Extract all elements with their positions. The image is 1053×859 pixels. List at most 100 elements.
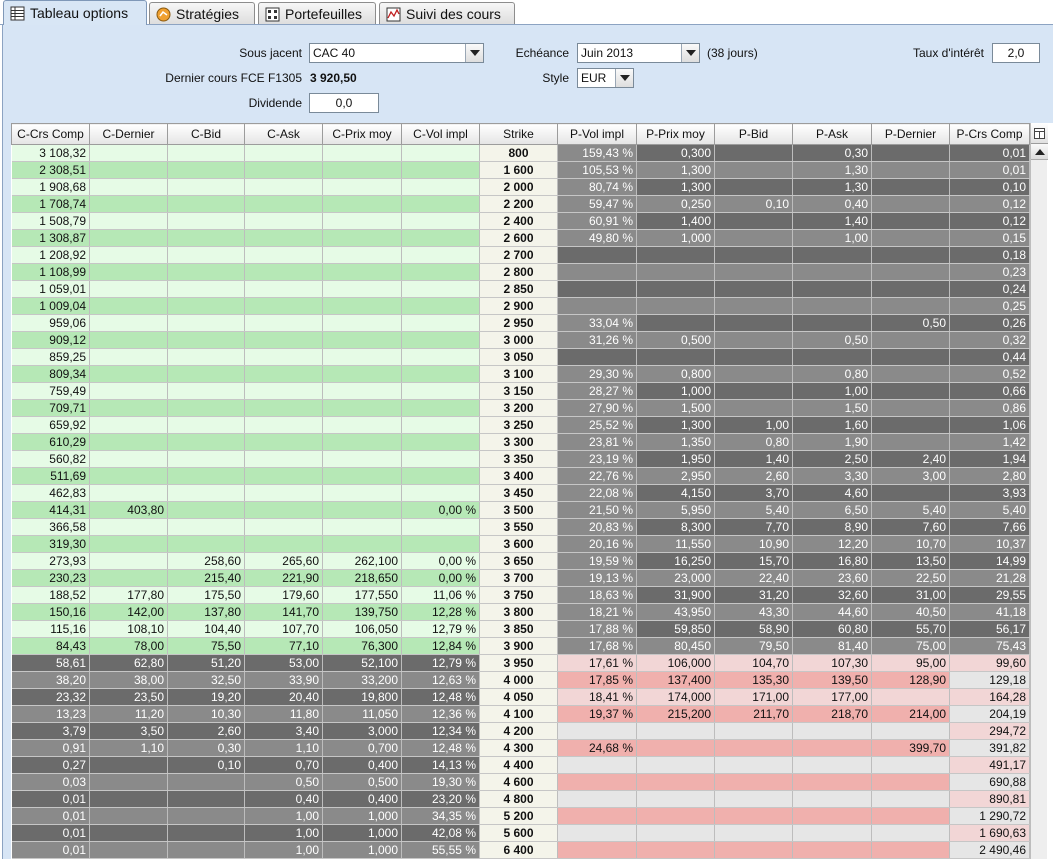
put-cell[interactable]: [715, 723, 793, 740]
put-cell[interactable]: [558, 842, 637, 859]
put-cell[interactable]: [793, 740, 872, 757]
put-cell[interactable]: [637, 842, 715, 859]
put-cell[interactable]: 159,43 %: [558, 145, 637, 162]
call-cell[interactable]: [402, 315, 480, 332]
put-cell[interactable]: 75,00: [872, 638, 950, 655]
call-cell[interactable]: 177,80: [90, 587, 168, 604]
call-cell[interactable]: [323, 349, 402, 366]
table-row[interactable]: 0,911,100,301,100,70012,48 %4 30024,68 %…: [12, 740, 1030, 757]
call-cell[interactable]: 0,400: [323, 757, 402, 774]
call-cell[interactable]: [323, 162, 402, 179]
call-cell[interactable]: [90, 400, 168, 417]
call-cell[interactable]: 414,31: [12, 502, 90, 519]
call-cell[interactable]: [168, 366, 245, 383]
call-cell[interactable]: [402, 298, 480, 315]
column-header[interactable]: C-Dernier: [90, 124, 168, 145]
put-cell[interactable]: 31,900: [637, 587, 715, 604]
scroll-up-icon[interactable]: [1031, 144, 1048, 160]
put-cell[interactable]: 24,68 %: [558, 740, 637, 757]
put-cell[interactable]: 0,30: [793, 145, 872, 162]
call-cell[interactable]: 34,35 %: [402, 808, 480, 825]
call-cell[interactable]: 1,000: [323, 808, 402, 825]
put-cell[interactable]: 0,500: [637, 332, 715, 349]
table-row[interactable]: 58,6162,8051,2053,0052,10012,79 %3 95017…: [12, 655, 1030, 672]
call-cell[interactable]: [168, 179, 245, 196]
call-cell[interactable]: 139,750: [323, 604, 402, 621]
column-header[interactable]: C-Crs Comp: [12, 124, 90, 145]
table-row[interactable]: 462,833 45022,08 %4,1503,704,603,93: [12, 485, 1030, 502]
call-cell[interactable]: [245, 145, 323, 162]
call-cell[interactable]: [323, 536, 402, 553]
call-cell[interactable]: [90, 485, 168, 502]
put-cell[interactable]: 0,32: [950, 332, 1030, 349]
call-cell[interactable]: [90, 213, 168, 230]
put-cell[interactable]: [872, 332, 950, 349]
call-cell[interactable]: [168, 519, 245, 536]
call-cell[interactable]: [168, 485, 245, 502]
put-cell[interactable]: [793, 315, 872, 332]
put-cell[interactable]: [872, 774, 950, 791]
call-cell[interactable]: 75,50: [168, 638, 245, 655]
put-cell[interactable]: [715, 264, 793, 281]
put-cell[interactable]: [872, 196, 950, 213]
put-cell[interactable]: 12,20: [793, 536, 872, 553]
call-cell[interactable]: [323, 519, 402, 536]
call-cell[interactable]: 51,20: [168, 655, 245, 672]
table-row[interactable]: 273,93258,60265,60262,1000,00 %3 65019,5…: [12, 553, 1030, 570]
put-cell[interactable]: 22,08 %: [558, 485, 637, 502]
call-cell[interactable]: [90, 417, 168, 434]
put-cell[interactable]: 0,50: [793, 332, 872, 349]
put-cell[interactable]: 10,37: [950, 536, 1030, 553]
call-cell[interactable]: 0,27: [12, 757, 90, 774]
put-cell[interactable]: [872, 723, 950, 740]
call-cell[interactable]: [245, 502, 323, 519]
put-cell[interactable]: 391,82: [950, 740, 1030, 757]
column-header[interactable]: C-Prix moy: [323, 124, 402, 145]
put-cell[interactable]: 43,30: [715, 604, 793, 621]
call-cell[interactable]: [90, 332, 168, 349]
table-row[interactable]: 909,123 00031,26 %0,5000,500,32: [12, 332, 1030, 349]
call-cell[interactable]: [168, 468, 245, 485]
call-cell[interactable]: [168, 332, 245, 349]
call-cell[interactable]: 2,60: [168, 723, 245, 740]
put-cell[interactable]: 0,12: [950, 213, 1030, 230]
put-cell[interactable]: 0,10: [950, 179, 1030, 196]
call-cell[interactable]: 403,80: [90, 502, 168, 519]
call-cell[interactable]: [90, 842, 168, 859]
put-cell[interactable]: 79,50: [715, 638, 793, 655]
call-cell[interactable]: [90, 298, 168, 315]
call-cell[interactable]: 137,80: [168, 604, 245, 621]
call-cell[interactable]: 2 308,51: [12, 162, 90, 179]
call-cell[interactable]: [245, 417, 323, 434]
call-cell[interactable]: [168, 281, 245, 298]
put-cell[interactable]: 15,70: [715, 553, 793, 570]
put-cell[interactable]: [715, 315, 793, 332]
call-cell[interactable]: [168, 315, 245, 332]
call-cell[interactable]: 12,48 %: [402, 689, 480, 706]
call-cell[interactable]: [168, 417, 245, 434]
put-cell[interactable]: 2 490,46: [950, 842, 1030, 859]
put-cell[interactable]: 31,26 %: [558, 332, 637, 349]
call-cell[interactable]: 179,60: [245, 587, 323, 604]
call-cell[interactable]: 32,50: [168, 672, 245, 689]
put-cell[interactable]: 18,21 %: [558, 604, 637, 621]
call-cell[interactable]: [90, 825, 168, 842]
call-cell[interactable]: 0,01: [12, 791, 90, 808]
call-cell[interactable]: 10,30: [168, 706, 245, 723]
put-cell[interactable]: [715, 383, 793, 400]
put-cell[interactable]: 1,30: [793, 179, 872, 196]
call-cell[interactable]: [90, 247, 168, 264]
call-cell[interactable]: 909,12: [12, 332, 90, 349]
put-cell[interactable]: [793, 349, 872, 366]
put-cell[interactable]: 204,19: [950, 706, 1030, 723]
call-cell[interactable]: [323, 230, 402, 247]
call-cell[interactable]: [90, 570, 168, 587]
call-cell[interactable]: [168, 247, 245, 264]
table-row[interactable]: 0,010,400,40023,20 %4 800890,81: [12, 791, 1030, 808]
put-cell[interactable]: 106,000: [637, 655, 715, 672]
put-cell[interactable]: [558, 791, 637, 808]
call-cell[interactable]: 188,52: [12, 587, 90, 604]
call-cell[interactable]: [90, 553, 168, 570]
call-cell[interactable]: [90, 264, 168, 281]
table-row[interactable]: 13,2311,2010,3011,8011,05012,36 %4 10019…: [12, 706, 1030, 723]
